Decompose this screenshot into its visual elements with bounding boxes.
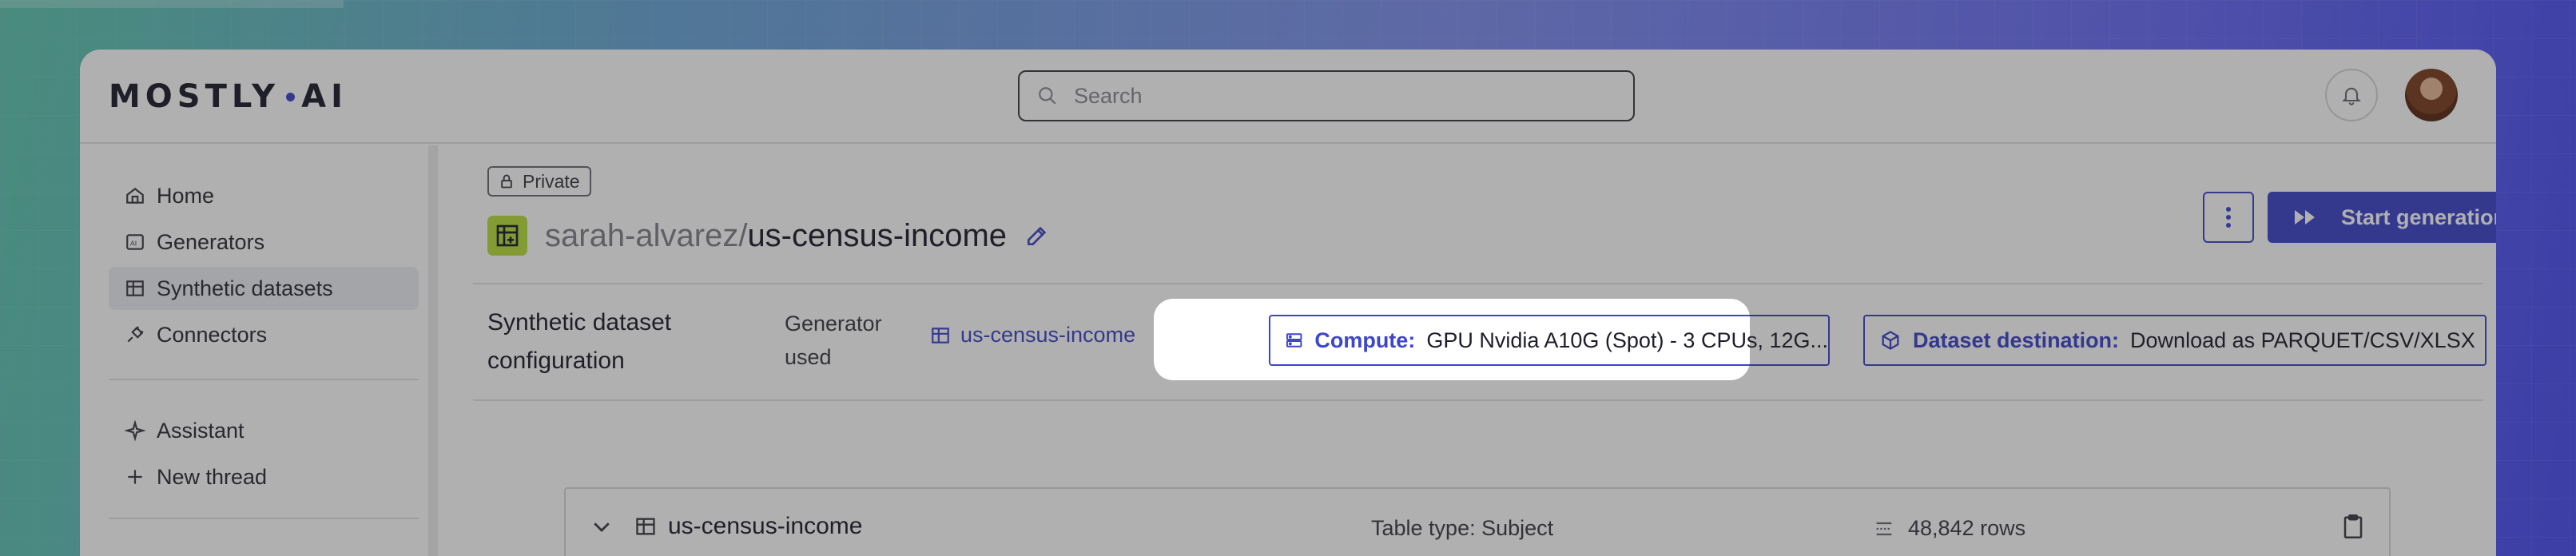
clipboard-icon[interactable] [2341, 513, 2365, 540]
sidebar-item-label: Synthetic datasets [157, 276, 333, 300]
sparkle-icon [125, 420, 145, 441]
plus-icon [128, 470, 142, 484]
table-icon [932, 327, 949, 344]
table-rows: 48,842 rows [1873, 516, 2025, 541]
sidebar: Home AI Generators Synthetic datasets Co… [80, 145, 438, 556]
logo-text-left: MOSTLY [109, 78, 280, 115]
config-title: Synthetic dataset configuration [487, 309, 672, 374]
chevron-down-icon[interactable] [590, 514, 614, 538]
server-icon [1286, 333, 1302, 348]
dataset-type-icon [487, 216, 527, 256]
logo-dot [286, 92, 296, 101]
table-name-label: us-census-income [668, 513, 863, 539]
destination-selector[interactable]: Dataset destination: Download as PARQUET… [1863, 315, 2487, 366]
search-placeholder: Search [1074, 83, 1143, 108]
start-generation-label: Start generation [2341, 205, 2496, 229]
sidebar-item-synthetic-datasets[interactable]: Synthetic datasets [109, 267, 419, 310]
destination-value: Download as PARQUET/CSV/XLSX [2130, 328, 2475, 352]
destination-label: Dataset destination: [1913, 328, 2120, 352]
sidebar-divider [109, 518, 419, 519]
dataset-owner: sarah-alvarez/ [545, 217, 748, 253]
generator-name: us-census-income [960, 323, 1136, 347]
lock-icon [501, 174, 512, 189]
vertical-dots-icon [2226, 207, 2231, 228]
private-badge-label: Private [523, 170, 580, 192]
table-name: us-census-income [634, 513, 862, 540]
main-content: Private sarah-alvarez/ us-census-income … [447, 145, 2496, 556]
table-card: us-census-income Table type: Subject 48,… [564, 487, 2391, 556]
private-badge: Private [487, 166, 591, 197]
config-row: Synthetic dataset configuration Generato… [473, 283, 2487, 401]
notifications-button[interactable] [2325, 69, 2378, 121]
sidebar-divider [109, 379, 419, 380]
bell-icon [2342, 87, 2361, 105]
compute-highlight: Compute: GPU Nvidia A10G (Spot) - 3 CPUs… [1256, 302, 1841, 380]
sidebar-item-new-thread[interactable]: New thread [109, 455, 419, 498]
sidebar-item-label: Generators [157, 229, 265, 254]
compute-label: Compute: [1314, 328, 1416, 352]
logo-text-right: AI [301, 78, 348, 115]
sidebar-item-label: Assistant [157, 418, 244, 443]
compute-value: GPU Nvidia A10G (Spot) - 3 CPUs, 12G... [1426, 328, 1828, 352]
fast-forward-icon [2295, 210, 2315, 224]
cube-icon [1882, 331, 1899, 350]
plug-icon [127, 326, 144, 343]
sidebar-item-label: Connectors [157, 322, 268, 347]
app-window: MOSTLY AI Search Home AI Generators Synt… [80, 50, 2496, 556]
dataset-name: us-census-income [747, 217, 1008, 253]
ai-chip-icon: AI [126, 234, 144, 250]
table-icon [636, 518, 655, 535]
more-options-button[interactable] [2203, 192, 2254, 243]
compute-selector[interactable]: Compute: GPU Nvidia A10G (Spot) - 3 CPUs… [1269, 315, 1830, 366]
start-generation-button[interactable]: Start generation [2268, 192, 2496, 243]
sidebar-item-label: New thread [157, 464, 268, 489]
table-type: Table type: Subject [1371, 516, 1554, 540]
search-icon [1039, 87, 1056, 105]
title-row: sarah-alvarez/ us-census-income [487, 216, 1050, 256]
svg-text:AI: AI [130, 239, 137, 247]
sidebar-item-home[interactable]: Home [109, 174, 419, 217]
table-icon [126, 280, 144, 296]
background-strip [0, 0, 344, 8]
sidebar-item-assistant[interactable]: Assistant [109, 409, 419, 452]
generator-link[interactable]: us-census-income [930, 323, 1135, 348]
table-plus-icon [496, 224, 519, 247]
page-title: sarah-alvarez/ us-census-income [545, 218, 1007, 254]
generator-used-label: Generator used [785, 312, 882, 369]
sidebar-item-label: Home [157, 183, 215, 208]
search-input[interactable]: Search [1018, 70, 1635, 121]
user-avatar[interactable] [2405, 69, 2458, 121]
rows-icon [1876, 522, 1892, 535]
top-bar: MOSTLY AI Search [80, 50, 2496, 144]
table-rows-count: 48,842 rows [1908, 516, 2026, 540]
mostly-ai-logo[interactable]: MOSTLY AI [109, 77, 348, 117]
sidebar-item-connectors[interactable]: Connectors [109, 313, 419, 356]
edit-icon[interactable] [1024, 223, 1050, 248]
home-icon [126, 187, 144, 204]
sidebar-item-generators[interactable]: AI Generators [109, 220, 419, 264]
